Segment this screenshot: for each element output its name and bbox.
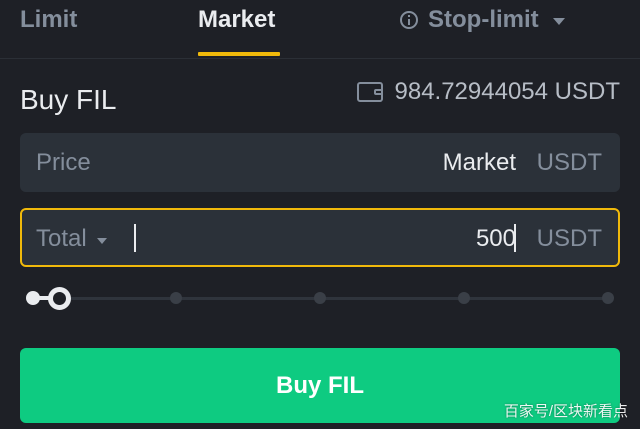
active-tab-indicator: [198, 52, 280, 56]
available-balance: 984.72944054 USDT: [356, 78, 621, 106]
watermark: 百家号/区块新看点: [503, 403, 628, 420]
price-value: Market: [442, 149, 516, 176]
price-unit: USDT: [536, 149, 602, 176]
slider-node-75[interactable]: [458, 292, 470, 304]
balance-value: 984.72944054 USDT: [394, 78, 621, 105]
slider-node-50[interactable]: [314, 292, 326, 304]
total-unit: USDT: [536, 225, 602, 252]
slider-start-node[interactable]: [26, 291, 40, 305]
total-divider: [134, 224, 136, 252]
tab-limit[interactable]: Limit: [20, 6, 77, 34]
amount-slider[interactable]: [20, 286, 620, 310]
text-cursor: [514, 224, 516, 252]
tab-stop-limit[interactable]: Stop-limit: [400, 6, 565, 34]
total-field[interactable]: Total 500 USDT: [20, 208, 620, 267]
order-type-tabs: Limit Market Stop-limit: [0, 0, 640, 59]
tab-market[interactable]: Market: [198, 6, 275, 34]
chevron-down-icon[interactable]: [96, 237, 107, 244]
price-label: Price: [36, 149, 91, 176]
order-panel: Limit Market Stop-limit Buy FIL 984.7294…: [0, 0, 640, 429]
total-input[interactable]: 500: [476, 225, 516, 253]
form-title: Buy FIL: [20, 84, 117, 115]
slider-node-25[interactable]: [170, 292, 182, 304]
chevron-down-icon[interactable]: [552, 18, 565, 25]
wallet-icon: [356, 82, 383, 102]
slider-thumb[interactable]: [48, 287, 71, 310]
tab-stop-limit-label: Stop-limit: [428, 6, 539, 33]
total-type-selector[interactable]: Total: [36, 225, 107, 253]
total-label: Total: [36, 225, 87, 252]
info-icon[interactable]: [400, 11, 418, 29]
price-field: Price Market USDT: [20, 133, 620, 192]
slider-node-100[interactable]: [602, 292, 614, 304]
